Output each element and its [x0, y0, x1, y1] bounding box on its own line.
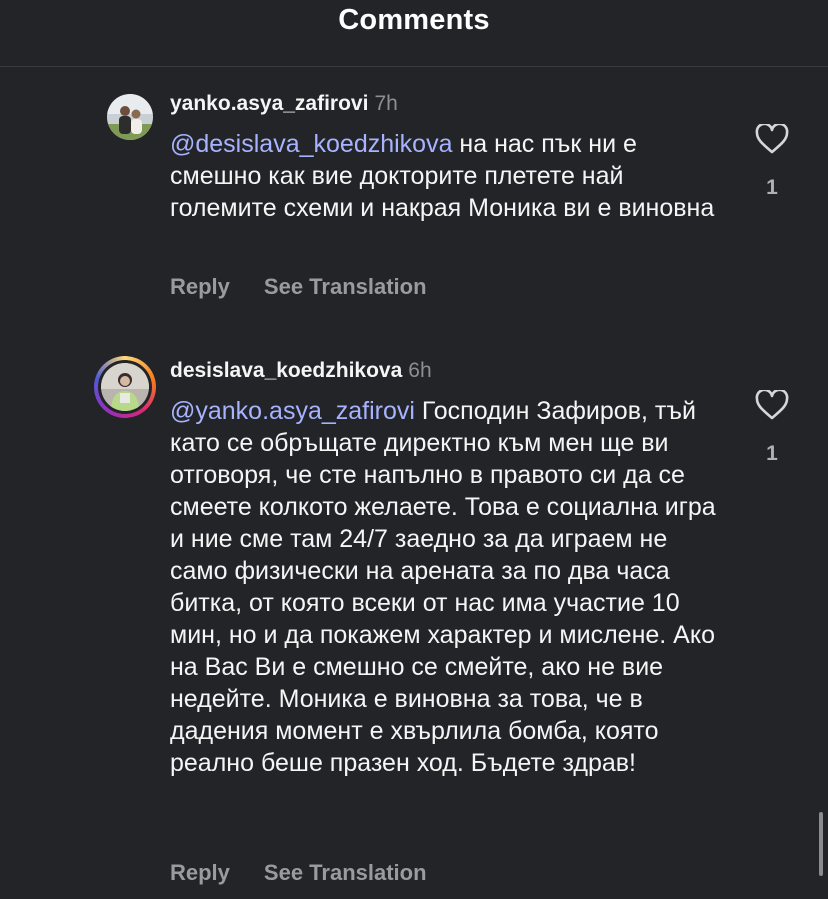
mention-link[interactable]: @desislava_koedzhikova: [170, 130, 452, 158]
comment-time: 7h: [374, 92, 398, 115]
scrollbar[interactable]: [819, 812, 823, 876]
comment-text: @yanko.asya_zafirovi Господин Зафиров, т…: [170, 395, 730, 779]
username[interactable]: yanko.asya_zafirovi: [170, 92, 368, 115]
comment-body: Господин Зафиров, тъй като се обръщате д…: [170, 397, 716, 777]
comment-meta: yanko.asya_zafirovi 7h: [170, 92, 398, 116]
comment-actions: Reply See Translation: [170, 274, 461, 300]
mention-link[interactable]: @yanko.asya_zafirovi: [170, 397, 415, 425]
comment-actions: Reply See Translation: [170, 860, 461, 886]
see-translation-button[interactable]: See Translation: [264, 274, 427, 299]
like-count: 1: [766, 176, 778, 199]
comments-header: Comments: [0, 0, 828, 67]
like-count: 1: [766, 442, 778, 465]
comment-meta: desislava_koedzhikova 6h: [170, 359, 432, 383]
username[interactable]: desislava_koedzhikova: [170, 359, 402, 382]
like-control: 1: [752, 390, 792, 466]
avatar[interactable]: [107, 94, 153, 140]
page-title: Comments: [338, 4, 490, 36]
like-control: 1: [752, 124, 792, 200]
reply-button[interactable]: Reply: [170, 860, 230, 885]
heart-outline-icon[interactable]: [752, 124, 792, 154]
see-translation-button[interactable]: See Translation: [264, 860, 427, 885]
comment-text: @desislava_koedzhikova на нас пък ни е с…: [170, 128, 730, 224]
avatar[interactable]: [94, 356, 156, 418]
comment-time: 6h: [408, 359, 432, 382]
heart-outline-icon[interactable]: [752, 390, 792, 420]
reply-button[interactable]: Reply: [170, 274, 230, 299]
